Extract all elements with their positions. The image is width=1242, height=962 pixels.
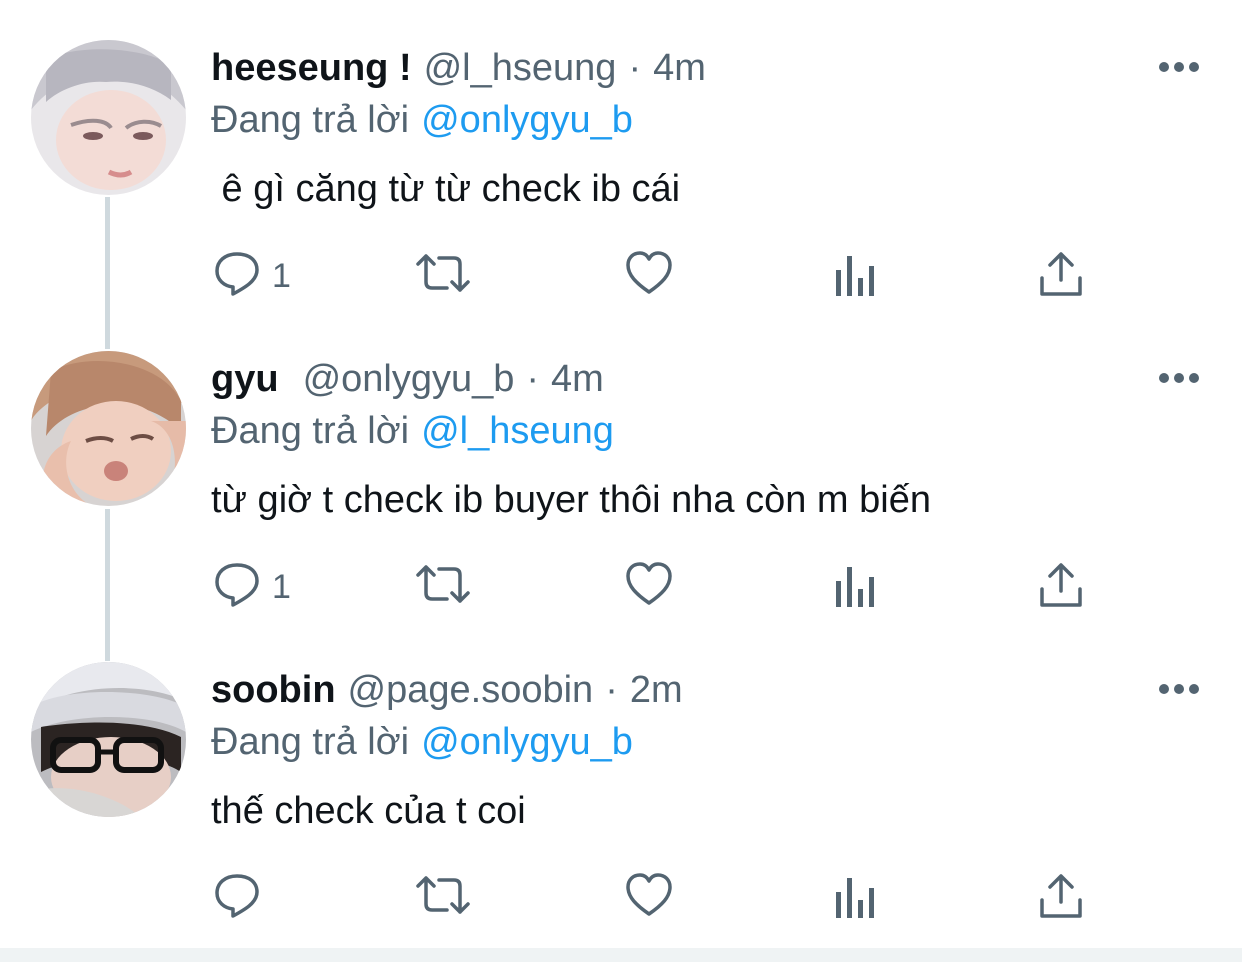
tweet-text: từ giờ t check ib buyer thôi nha còn m b…: [211, 479, 931, 521]
tweet[interactable]: heeseung ! @l_hseung · 4m Đang trả lời @only…: [0, 0, 1242, 311]
more-horizontal-icon: [1159, 373, 1199, 383]
share-upload-icon: [1040, 563, 1082, 607]
retweet-button[interactable]: [413, 870, 473, 930]
more-options-button[interactable]: [1158, 371, 1200, 385]
reply-bubble-icon: [215, 563, 259, 607]
avatar-image: [31, 662, 186, 817]
replying-to-label: Đang trả lời: [211, 721, 410, 763]
user-handle[interactable]: @page.soobin: [348, 669, 594, 711]
heart-icon: [626, 873, 672, 916]
tweet-thread: heeseung ! @l_hseung · 4m Đang trả lời @only…: [0, 0, 1242, 962]
replying-to-handle[interactable]: @onlygyu_b: [421, 721, 633, 763]
retweet-button[interactable]: [413, 559, 473, 619]
reply-button[interactable]: [212, 248, 262, 308]
tweet[interactable]: gyu @onlygyu_b · 4m Đang trả lời @l_hseung t…: [0, 311, 1242, 622]
display-name[interactable]: heeseung !: [211, 47, 412, 89]
reply-button[interactable]: [212, 870, 262, 930]
like-button[interactable]: [624, 248, 674, 308]
replying-to-handle[interactable]: @onlygyu_b: [421, 99, 633, 141]
replying-to: Đang trả lời @l_hseung: [211, 407, 614, 455]
avatar-image: [31, 40, 186, 195]
user-handle[interactable]: @l_hseung: [424, 47, 617, 89]
separator-dot: ·: [628, 47, 642, 89]
tweet-text: thế check của t coi: [211, 790, 526, 832]
avatar[interactable]: [31, 662, 186, 817]
tweet[interactable]: soobin @page.soobin · 2m Đang trả lời @onlyg…: [0, 622, 1242, 933]
reply-count: 1: [272, 257, 291, 295]
more-options-button[interactable]: [1158, 60, 1200, 74]
tweet-actions: 1: [0, 559, 1242, 619]
replying-to: Đang trả lời @onlygyu_b: [211, 718, 633, 766]
like-button[interactable]: [624, 870, 674, 930]
replying-to: Đang trả lời @onlygyu_b: [211, 96, 633, 144]
replying-to-handle[interactable]: @l_hseung: [421, 410, 614, 452]
tweet-actions: 1: [0, 248, 1242, 308]
separator-dot: ·: [526, 358, 540, 400]
views-chart-icon: [836, 256, 874, 296]
share-button[interactable]: [1038, 559, 1084, 619]
separator-dot: ·: [605, 669, 618, 711]
share-upload-icon: [1040, 874, 1082, 918]
replying-to-label: Đang trả lời: [211, 99, 410, 141]
share-button[interactable]: [1038, 870, 1084, 930]
retweet-icon: [416, 254, 470, 292]
avatar-image: [31, 351, 186, 506]
views-button[interactable]: [833, 870, 879, 930]
divider: [0, 948, 1242, 962]
tweet-text: ê gì căng từ từ check ib cái: [211, 168, 681, 210]
views-chart-icon: [836, 567, 874, 607]
reply-bubble-icon: [215, 874, 259, 918]
heart-icon: [626, 562, 672, 605]
retweet-button[interactable]: [413, 248, 473, 308]
tweet-header: soobin @page.soobin · 2m: [211, 666, 683, 714]
reply-button[interactable]: [212, 559, 262, 619]
retweet-icon: [416, 565, 470, 603]
share-button[interactable]: [1038, 248, 1084, 308]
replying-to-label: Đang trả lời: [211, 410, 410, 452]
user-handle[interactable]: @onlygyu_b: [303, 358, 515, 400]
views-button[interactable]: [833, 248, 879, 308]
tweet-header: gyu @onlygyu_b · 4m: [211, 355, 604, 403]
display-name[interactable]: soobin: [211, 669, 336, 711]
reply-bubble-icon: [215, 252, 259, 296]
share-upload-icon: [1040, 252, 1082, 296]
retweet-icon: [416, 876, 470, 914]
more-horizontal-icon: [1159, 684, 1199, 694]
views-button[interactable]: [833, 559, 879, 619]
more-horizontal-icon: [1159, 62, 1199, 72]
avatar[interactable]: [31, 351, 186, 506]
like-button[interactable]: [624, 559, 674, 619]
reply-count: 1: [272, 568, 291, 606]
timestamp[interactable]: 4m: [551, 358, 604, 400]
display-name[interactable]: gyu: [211, 358, 279, 400]
timestamp[interactable]: 2m: [630, 669, 683, 711]
heart-icon: [626, 251, 672, 294]
tweet-actions: [0, 870, 1242, 930]
more-options-button[interactable]: [1158, 682, 1200, 696]
views-chart-icon: [836, 878, 874, 918]
timestamp[interactable]: 4m: [653, 47, 706, 89]
tweet-header: heeseung ! @l_hseung · 4m: [211, 44, 706, 92]
avatar[interactable]: [31, 40, 186, 195]
